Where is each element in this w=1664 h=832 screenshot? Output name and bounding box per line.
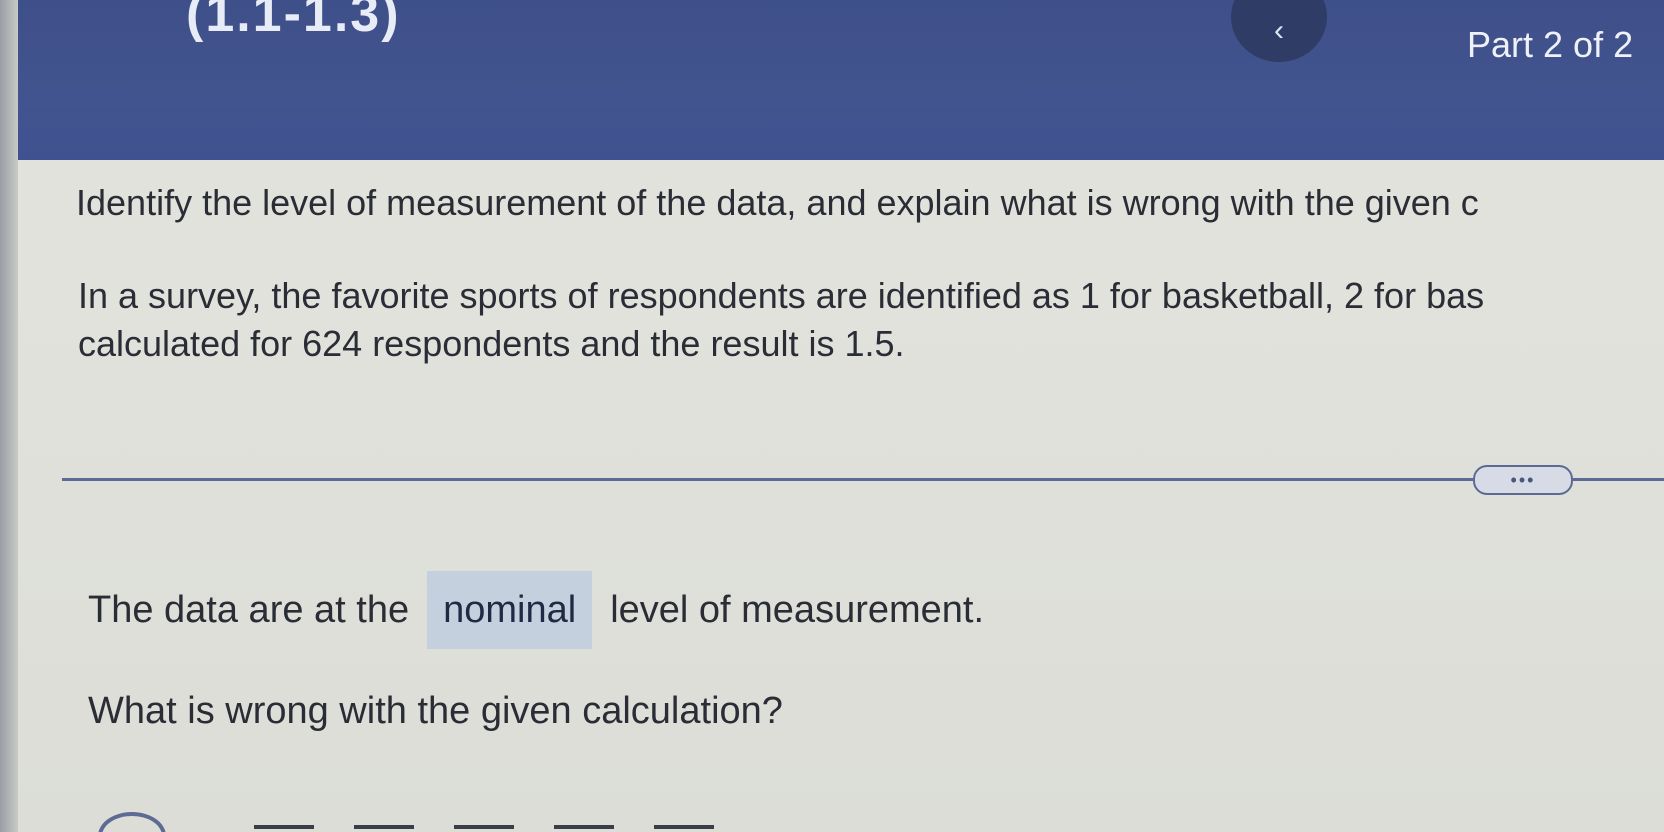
answer-prefix: The data are at the <box>88 588 410 631</box>
question-instruction: Identify the level of measurement of the… <box>76 182 1479 223</box>
problem-statement: In a survey, the favorite sports of resp… <box>78 272 1484 368</box>
radio-option-a[interactable] <box>98 812 166 832</box>
expand-more-button[interactable]: ••• <box>1473 465 1573 495</box>
page: (1.1-1.3) ‹ Part 2 of 2 Identify the lev… <box>0 0 1664 832</box>
option-a-text-cutoff <box>254 816 854 832</box>
followup-question: What is wrong with the given calculation… <box>88 690 783 732</box>
answer-suffix: level of measurement. <box>610 588 985 631</box>
section-divider <box>62 478 1664 481</box>
header-bar: (1.1-1.3) ‹ Part 2 of 2 <box>18 0 1664 160</box>
question-content: Identify the level of measurement of the… <box>18 160 1664 832</box>
chevron-left-icon: ‹ <box>1274 14 1284 47</box>
level-dropdown[interactable]: nominal <box>427 571 593 649</box>
problem-line-2: calculated for 624 respondents and the r… <box>78 323 905 364</box>
part-indicator: Part 2 of 2 <box>1467 24 1634 65</box>
problem-line-1: In a survey, the favorite sports of resp… <box>78 275 1485 316</box>
window-left-edge <box>0 0 18 832</box>
answer-sentence: The data are at the nominal level of mea… <box>88 570 984 650</box>
section-title: (1.1-1.3) <box>186 0 401 43</box>
back-button[interactable]: ‹ <box>1231 0 1327 62</box>
